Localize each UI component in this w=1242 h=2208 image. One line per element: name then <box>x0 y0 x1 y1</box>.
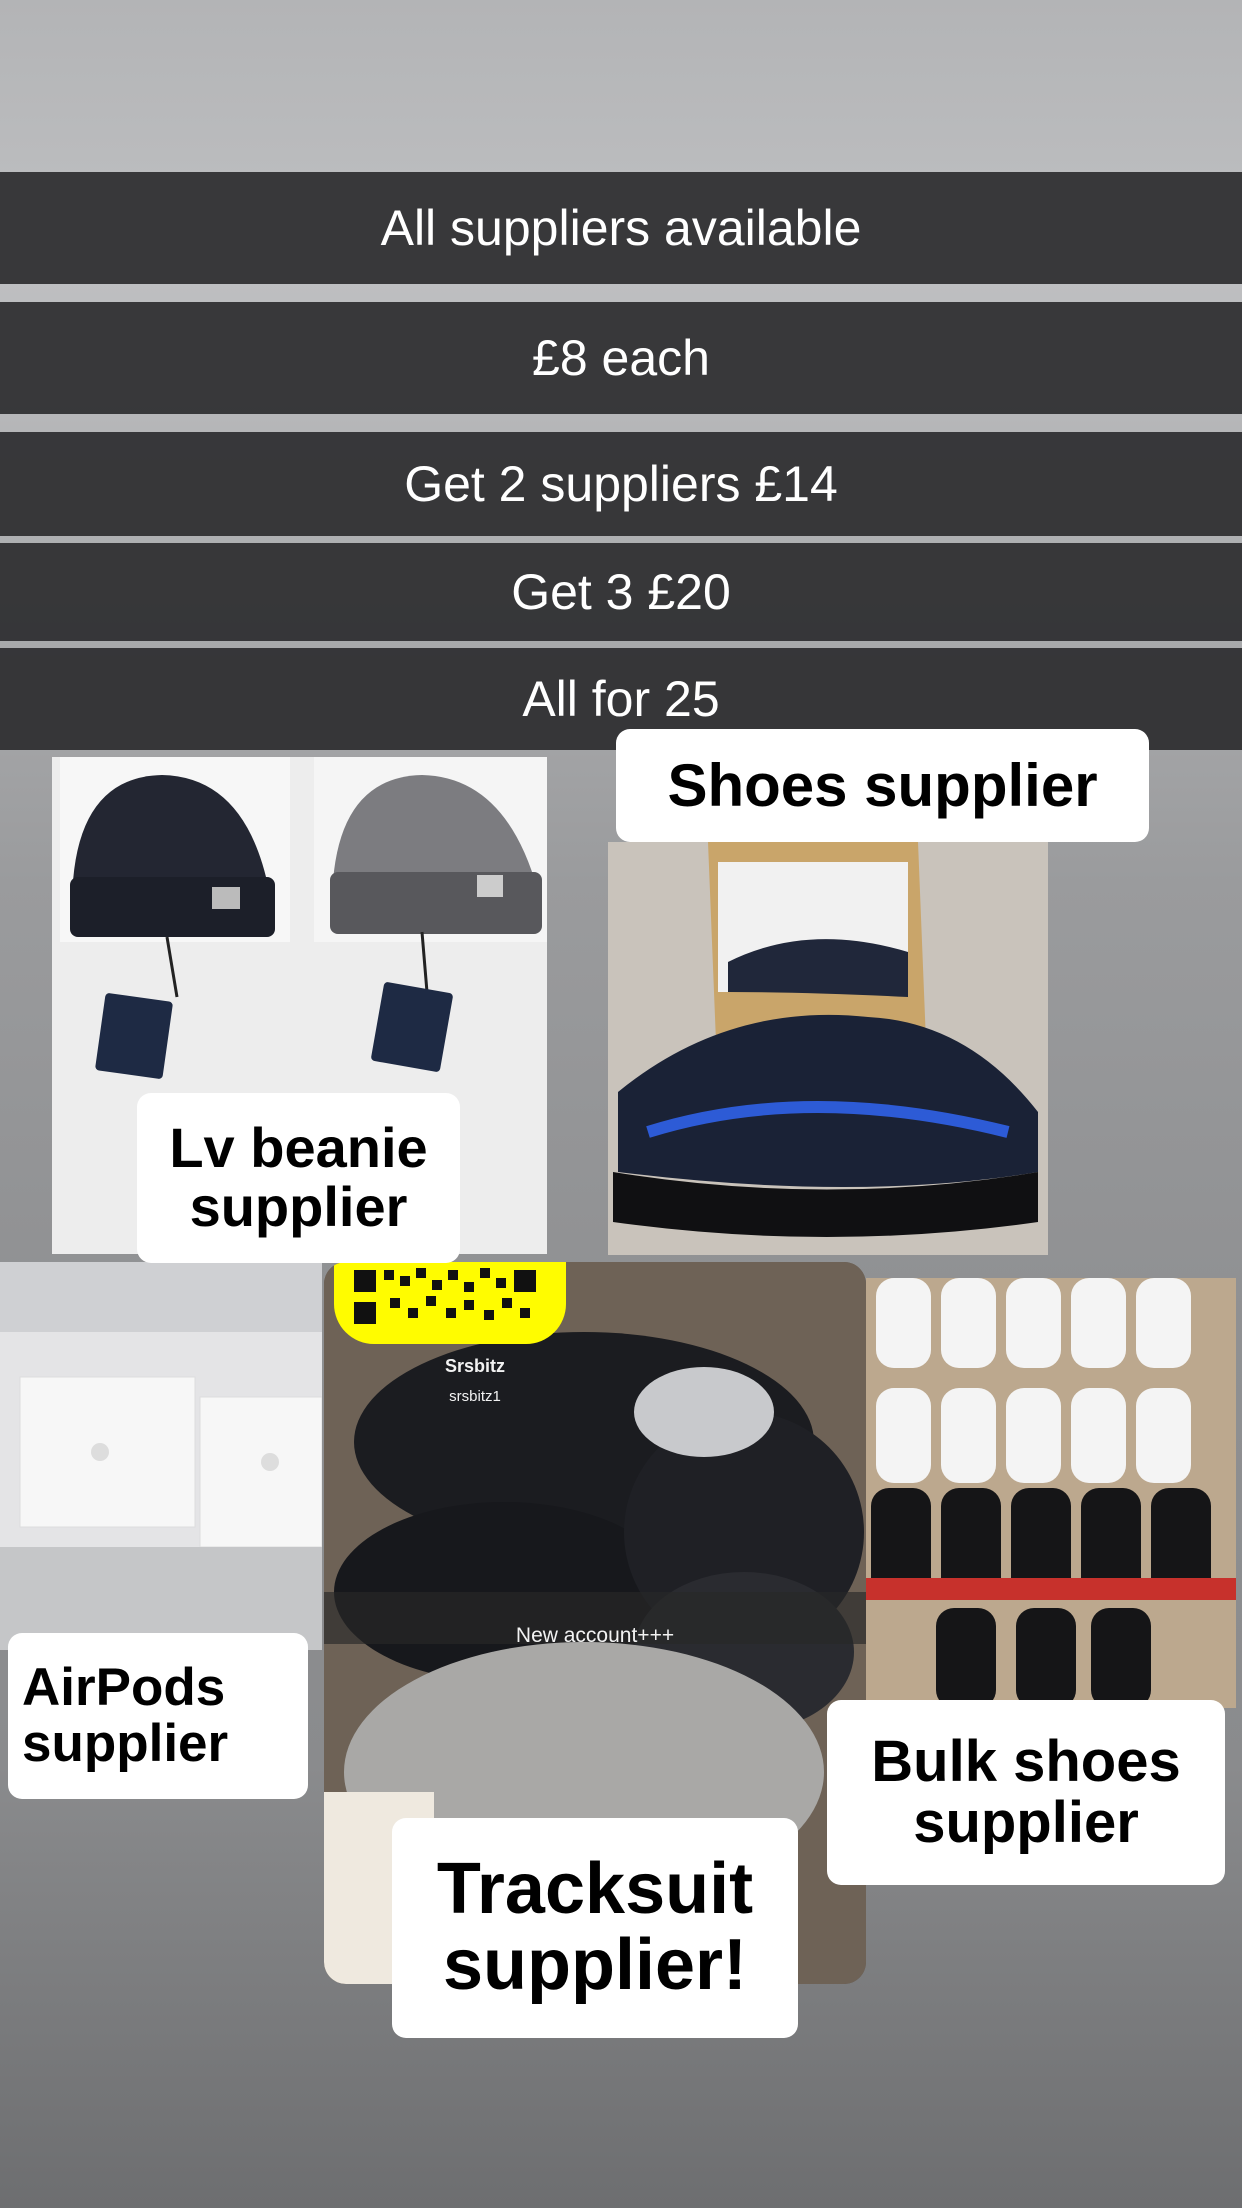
banner-text: Get 2 suppliers £14 <box>404 456 838 512</box>
label-shoes: Shoes supplier <box>616 729 1149 842</box>
label-airpods: AirPods supplier <box>8 1633 308 1799</box>
banner-all-suppliers: All suppliers available <box>0 172 1242 284</box>
banner-text: All for 25 <box>522 671 720 727</box>
banner-text: All suppliers available <box>380 200 862 256</box>
snap-caption: New account+++ <box>515 1624 675 1647</box>
banner-price-each: £8 each <box>0 302 1242 414</box>
label-lv-beanie: Lv beanie supplier <box>137 1093 460 1263</box>
banner-text: Get 3 £20 <box>511 564 731 620</box>
bulk-shoes-photo <box>866 1278 1236 1708</box>
snapcode-badge <box>334 1262 566 1344</box>
banner-text: £8 each <box>532 330 710 386</box>
label-tracksuit: Tracksuit supplier! <box>392 1818 798 2038</box>
shoes-photo <box>608 842 1048 1255</box>
snap-display-name: Srsbitz <box>444 1356 505 1376</box>
banner-three-suppliers: Get 3 £20 <box>0 543 1242 641</box>
snap-username: srsbitz1 <box>449 1388 501 1405</box>
label-bulk-shoes: Bulk shoes supplier <box>827 1700 1225 1885</box>
airpods-photo <box>0 1262 322 1650</box>
banner-two-suppliers: Get 2 suppliers £14 <box>0 432 1242 536</box>
